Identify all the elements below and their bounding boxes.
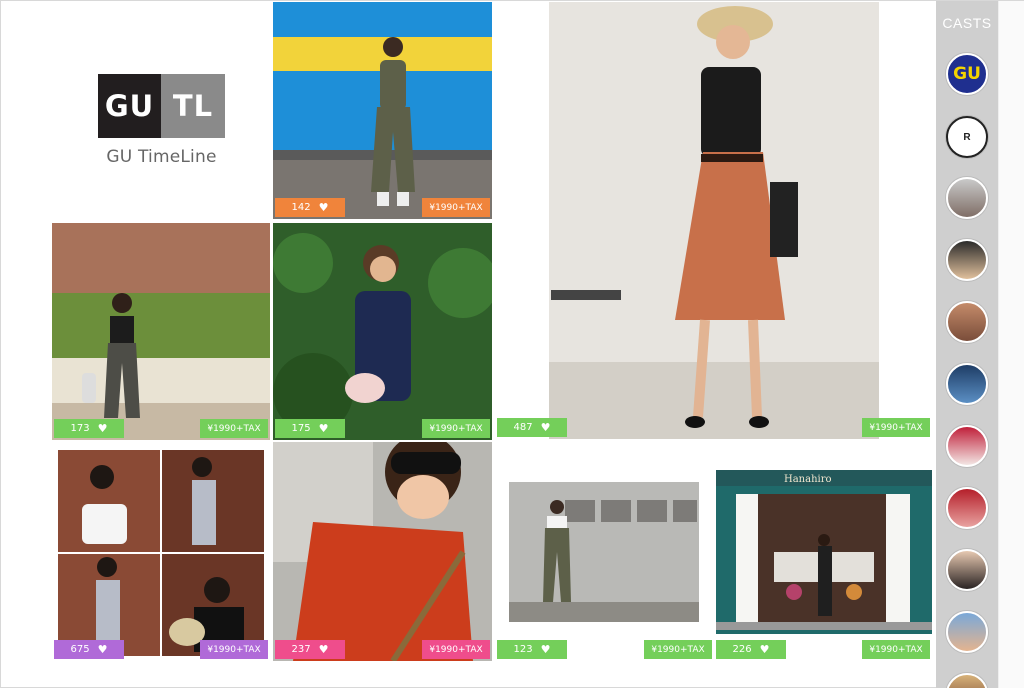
post-tile[interactable]: 123 ♥ ¥1990+TAX [495, 442, 714, 661]
casts-title: CASTS [942, 15, 992, 31]
post-photo [273, 442, 492, 661]
app-window: GU TL GU TimeLine 142 ♥ ¥1990+TAX 487 ♥ … [0, 0, 1024, 688]
likes-badge[interactable]: 142 ♥ [275, 198, 345, 217]
heart-icon: ♥ [97, 643, 108, 656]
likes-badge[interactable]: 487 ♥ [497, 418, 567, 437]
cast-avatar[interactable] [946, 611, 988, 653]
likes-count: 226 [732, 644, 752, 655]
post-photo [273, 223, 492, 440]
price-badge: ¥1990+TAX [422, 640, 490, 659]
post-tile[interactable]: 173 ♥ ¥1990+TAX [52, 223, 270, 440]
post-photo [52, 442, 270, 661]
cast-avatar[interactable] [946, 673, 988, 688]
cast-avatar[interactable] [946, 549, 988, 591]
site-title: GU TimeLine [106, 147, 217, 167]
cast-avatar[interactable] [946, 425, 988, 467]
post-photo [273, 2, 492, 219]
post-tile[interactable]: 487 ♥ ¥1990+TAX [495, 2, 932, 439]
heart-icon: ♥ [318, 201, 329, 214]
likes-count: 142 [291, 202, 311, 213]
site-logo[interactable]: GU TL GU TimeLine [98, 74, 225, 167]
post-tile[interactable]: Hanahiro 226 ♥ ¥1990+TAX [714, 442, 932, 661]
heart-icon: ♥ [97, 422, 108, 435]
likes-count: 123 [513, 644, 533, 655]
heart-icon: ♥ [759, 643, 770, 656]
cast-avatar[interactable] [946, 301, 988, 343]
likes-count: 237 [291, 644, 311, 655]
cast-avatar[interactable] [946, 363, 988, 405]
cast-avatar[interactable] [946, 239, 988, 281]
likes-badge[interactable]: 175 ♥ [275, 419, 345, 438]
likes-count: 487 [513, 422, 533, 433]
price-badge: ¥1990+TAX [200, 640, 268, 659]
scrollbar[interactable] [998, 1, 1024, 688]
logo-mark: GU TL [98, 74, 225, 138]
heart-icon: ♥ [540, 643, 551, 656]
casts-sidebar: CASTS GU R [936, 1, 998, 688]
price-badge: ¥1990+TAX [862, 640, 930, 659]
logo-tl-block: TL [161, 74, 225, 138]
likes-count: 173 [70, 423, 90, 434]
price-badge: ¥1990+TAX [644, 640, 712, 659]
likes-count: 175 [291, 423, 311, 434]
post-tile[interactable]: 142 ♥ ¥1990+TAX [273, 2, 492, 219]
post-photo [495, 442, 714, 661]
cast-avatar-r[interactable]: R [946, 116, 988, 158]
price-badge: ¥1990+TAX [200, 419, 268, 438]
post-photo [495, 2, 932, 439]
cast-avatar-gu[interactable]: GU [946, 53, 988, 95]
likes-badge[interactable]: 675 ♥ [54, 640, 124, 659]
likes-badge[interactable]: 173 ♥ [54, 419, 124, 438]
price-badge: ¥1990+TAX [422, 419, 490, 438]
heart-icon: ♥ [318, 643, 329, 656]
cast-label: GU [953, 64, 981, 84]
likes-badge[interactable]: 237 ♥ [275, 640, 345, 659]
post-tile[interactable]: 175 ♥ ¥1990+TAX [273, 223, 492, 440]
post-tile[interactable]: 237 ♥ ¥1990+TAX [273, 442, 492, 661]
post-tile[interactable]: 675 ♥ ¥1990+TAX [52, 442, 270, 661]
post-photo: Hanahiro [714, 442, 932, 661]
post-photo [52, 223, 270, 440]
heart-icon: ♥ [318, 422, 329, 435]
likes-badge[interactable]: 123 ♥ [497, 640, 567, 659]
cast-avatar[interactable] [946, 487, 988, 529]
price-badge: ¥1990+TAX [422, 198, 490, 217]
logo-gu-block: GU [98, 74, 161, 138]
price-badge: ¥1990+TAX [862, 418, 930, 437]
cast-avatar[interactable] [946, 177, 988, 219]
likes-badge[interactable]: 226 ♥ [716, 640, 786, 659]
heart-icon: ♥ [540, 421, 551, 434]
cast-label: R [963, 131, 971, 143]
shop-sign: Hanahiro [784, 474, 832, 485]
likes-count: 675 [70, 644, 90, 655]
